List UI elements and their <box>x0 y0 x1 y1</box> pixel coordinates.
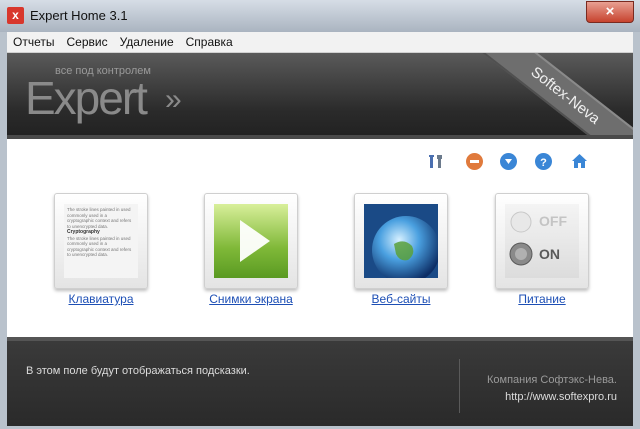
company-name: Компания Софтэкс-Нева. <box>487 374 617 386</box>
menu-bar: Отчеты Сервис Удаление Справка <box>7 32 633 53</box>
main-window: x Expert Home 3.1 × Отчеты Сервис Удаление… <box>0 0 640 429</box>
keyboard-link[interactable]: Клавиатура <box>54 292 148 306</box>
menu-reports[interactable]: Отчеты <box>7 32 60 52</box>
globe-icon <box>364 204 440 284</box>
minus-icon[interactable] <box>466 153 483 170</box>
company-site[interactable]: http://www.softexpro.ru <box>505 391 617 403</box>
footer-divider <box>459 359 460 413</box>
home-icon[interactable] <box>571 153 588 170</box>
power-tile[interactable]: OFF ON <box>495 193 589 289</box>
screenshots-tile[interactable] <box>204 193 298 289</box>
document-icon: The stroke lines painted in used commonl… <box>64 204 138 278</box>
play-icon <box>214 204 288 278</box>
title-bar[interactable]: x Expert Home 3.1 × <box>0 0 640 32</box>
app-icon: x <box>7 7 24 24</box>
softex-ribbon: Softex-Neva <box>467 53 633 135</box>
screenshots-link[interactable]: Снимки экрана <box>199 292 303 306</box>
hint-text: В этом поле будут отображаться подсказки… <box>26 365 250 377</box>
download-icon[interactable] <box>500 153 517 170</box>
doc-body-top: The stroke lines painted in used commonl… <box>67 207 132 229</box>
menu-help[interactable]: Справка <box>180 32 239 52</box>
help-icon[interactable]: ? <box>535 153 552 170</box>
power-link[interactable]: Питание <box>495 292 589 306</box>
doc-body-bottom: The stroke lines painted in used commonl… <box>67 235 132 258</box>
expert-logo: Expert <box>25 72 148 124</box>
window-title: Expert Home 3.1 <box>30 8 128 23</box>
power-switch-icon: OFF ON <box>505 204 579 278</box>
close-button[interactable]: × <box>586 1 634 23</box>
doc-heading: Cryptography <box>67 229 100 235</box>
footer-panel: В этом поле будут отображаться подсказки… <box>7 337 633 426</box>
switch-on-label: ON <box>539 246 560 262</box>
header-banner: все под контролем Expert » Softex-Neva <box>7 53 633 135</box>
menu-delete[interactable]: Удаление <box>114 32 180 52</box>
menu-service[interactable]: Сервис <box>60 32 113 52</box>
websites-link[interactable]: Веб-сайты <box>354 292 448 306</box>
websites-tile[interactable] <box>354 193 448 289</box>
svg-text:?: ? <box>540 157 547 169</box>
tools-icon[interactable] <box>428 153 445 170</box>
keyboard-tile[interactable]: The stroke lines painted in used commonl… <box>54 193 148 289</box>
switch-off-label: OFF <box>539 213 567 229</box>
main-content: ? The stroke lines painted in used commo… <box>7 139 633 337</box>
logo-arrows: » <box>165 83 182 116</box>
